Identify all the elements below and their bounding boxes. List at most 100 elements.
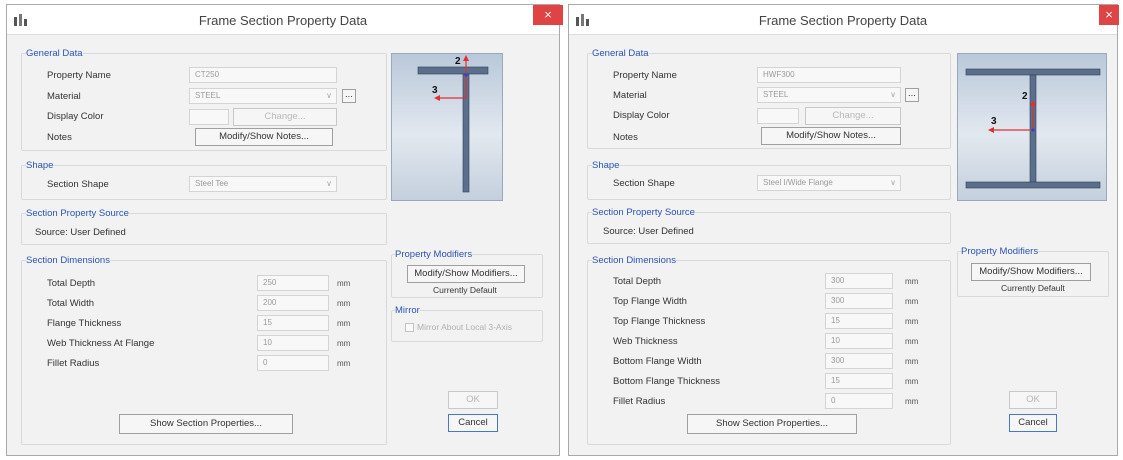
chevron-down-icon: ∨	[890, 90, 896, 99]
display-color-swatch	[757, 108, 799, 124]
show-section-properties-button[interactable]: Show Section Properties...	[119, 414, 293, 434]
modify-show-modifiers-button[interactable]: Modify/Show Modifiers...	[407, 265, 525, 283]
section-preview: 2 3	[391, 53, 503, 201]
dimension-label: Total Width	[47, 298, 94, 309]
currently-default-text: Currently Default	[433, 285, 497, 295]
dialog-frame-section-wide-flange: Frame Section Property Data × General Da…	[568, 4, 1119, 456]
dimension-input[interactable]: 10	[825, 333, 893, 349]
section-shape-select[interactable]: Steel I/Wide Flange ∨	[757, 175, 901, 191]
dimension-unit: mm	[905, 317, 919, 326]
ok-button[interactable]: OK	[1009, 391, 1057, 409]
change-color-button[interactable]: Change...	[805, 107, 901, 125]
general-data-label: General Data	[592, 48, 649, 59]
axis-2-label: 2	[455, 56, 461, 67]
display-color-label: Display Color	[613, 110, 670, 121]
mirror-checkbox-label: Mirror About Local 3-Axis	[417, 322, 512, 332]
dimension-unit: mm	[337, 339, 351, 348]
dimension-input[interactable]: 0	[257, 355, 329, 371]
dimension-unit: mm	[337, 299, 351, 308]
dimension-unit: mm	[905, 357, 919, 366]
close-button[interactable]: ×	[533, 5, 563, 25]
dimension-label: Bottom Flange Width	[613, 356, 702, 367]
dimension-unit: mm	[337, 359, 351, 368]
property-name-label: Property Name	[47, 70, 111, 81]
section-dimensions-label: Section Dimensions	[592, 255, 676, 266]
property-name-label: Property Name	[613, 70, 677, 81]
modify-show-notes-button[interactable]: Modify/Show Notes...	[761, 127, 901, 145]
window-title: Frame Section Property Data	[198, 13, 368, 28]
dimension-input[interactable]: 300	[825, 293, 893, 309]
cancel-button[interactable]: Cancel	[1009, 414, 1057, 432]
dimension-label: Fillet Radius	[47, 358, 100, 369]
mirror-checkbox[interactable]	[405, 323, 414, 332]
title-bar: Frame Section Property Data ×	[569, 5, 1119, 35]
dimension-input[interactable]: 250	[257, 275, 329, 291]
section-shape-value: Steel I/Wide Flange	[763, 178, 833, 187]
modify-show-modifiers-button[interactable]: Modify/Show Modifiers...	[971, 263, 1091, 281]
tee-section-drawing: 2 3	[417, 55, 489, 193]
dimension-unit: mm	[905, 277, 919, 286]
dimension-input[interactable]: 15	[825, 373, 893, 389]
source-text: Source: User Defined	[35, 227, 126, 238]
property-name-input[interactable]: CT250	[189, 67, 337, 83]
section-shape-label: Section Shape	[613, 178, 675, 189]
title-bar: Frame Section Property Data ×	[7, 5, 563, 35]
dimension-unit: mm	[905, 397, 919, 406]
notes-label: Notes	[613, 132, 638, 143]
dimension-input[interactable]: 15	[257, 315, 329, 331]
dimension-label: Fillet Radius	[613, 396, 666, 407]
material-select[interactable]: STEEL ∨	[189, 88, 337, 104]
cancel-button[interactable]: Cancel	[448, 414, 498, 432]
dimension-unit: mm	[337, 279, 351, 288]
dimension-unit: mm	[905, 297, 919, 306]
property-name-input[interactable]: HWF300	[757, 67, 901, 83]
dimension-label: Bottom Flange Thickness	[613, 376, 721, 387]
ok-button[interactable]: OK	[448, 391, 498, 409]
dimension-label: Total Depth	[47, 278, 96, 289]
change-color-button[interactable]: Change...	[233, 108, 337, 126]
section-shape-label: Section Shape	[47, 179, 109, 190]
close-button[interactable]: ×	[1099, 5, 1119, 25]
notes-label: Notes	[47, 132, 72, 143]
mirror-label: Mirror	[395, 305, 420, 316]
chevron-down-icon: ∨	[326, 91, 332, 100]
display-color-label: Display Color	[47, 111, 104, 122]
property-source-label: Section Property Source	[26, 208, 129, 219]
axis-3-label: 3	[432, 85, 438, 96]
axis-2-label: 2	[1022, 91, 1028, 102]
modify-show-notes-button[interactable]: Modify/Show Notes...	[195, 128, 333, 146]
dimension-label: Web Thickness	[613, 336, 678, 347]
material-select[interactable]: STEEL ∨	[757, 87, 901, 103]
dimension-input[interactable]: 300	[825, 273, 893, 289]
section-preview: 2 3	[957, 53, 1107, 201]
dimension-input[interactable]: 300	[825, 353, 893, 369]
dimension-input[interactable]: 10	[257, 335, 329, 351]
property-source-label: Section Property Source	[592, 207, 695, 218]
section-shape-value: Steel Tee	[195, 179, 229, 188]
display-color-swatch	[189, 109, 229, 125]
dimension-input[interactable]: 15	[825, 313, 893, 329]
dimension-unit: mm	[905, 337, 919, 346]
chevron-down-icon: ∨	[326, 179, 332, 188]
dimension-label: Top Flange Width	[613, 296, 687, 307]
chevron-down-icon: ∨	[890, 178, 896, 187]
property-modifiers-label: Property Modifiers	[395, 249, 473, 260]
material-more-button[interactable]: ...	[342, 89, 356, 103]
show-section-properties-button[interactable]: Show Section Properties...	[687, 414, 857, 434]
dimension-input[interactable]: 0	[825, 393, 893, 409]
dimension-label: Top Flange Thickness	[613, 316, 706, 327]
dimension-unit: mm	[905, 377, 919, 386]
shape-label: Shape	[26, 160, 54, 171]
dimension-label: Web Thickness At Flange	[47, 338, 155, 349]
material-more-button[interactable]: ...	[905, 88, 919, 102]
general-data-label: General Data	[26, 48, 83, 59]
dialog-frame-section-tee: Frame Section Property Data × General Da…	[6, 4, 563, 456]
material-value: STEEL	[195, 91, 221, 100]
axis-3-label: 3	[991, 116, 997, 127]
material-label: Material	[613, 90, 647, 101]
i-section-drawing: 2 3	[965, 68, 1101, 189]
section-shape-select[interactable]: Steel Tee ∨	[189, 176, 337, 192]
window-title: Frame Section Property Data	[758, 13, 928, 28]
dimension-label: Flange Thickness	[47, 318, 122, 329]
dimension-input[interactable]: 200	[257, 295, 329, 311]
